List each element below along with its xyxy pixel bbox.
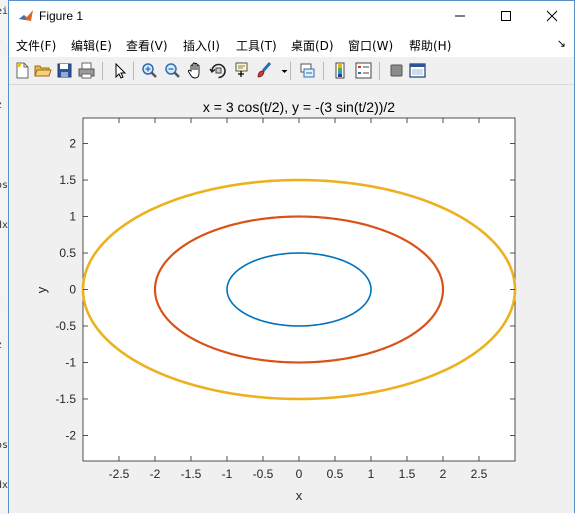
minimize-icon <box>455 15 465 17</box>
y-axis-label: y <box>34 286 49 293</box>
y-tick-label: 0.5 <box>59 246 76 260</box>
brush-dropdown-icon[interactable] <box>275 61 288 80</box>
y-tick-label: -0.5 <box>55 319 76 333</box>
save-icon[interactable] <box>55 61 74 80</box>
x-tick-label: -1 <box>222 467 233 481</box>
menu-insert[interactable]: 插入(I) <box>183 37 220 54</box>
axes-background <box>82 117 516 462</box>
toolbar-separator <box>290 62 291 80</box>
x-tick-label: -2 <box>150 467 161 481</box>
maximize-button[interactable] <box>483 1 529 31</box>
zoom-in-icon[interactable] <box>140 61 159 80</box>
y-tick-label: -2 <box>65 428 76 442</box>
x-tick-label: 1 <box>368 467 375 481</box>
figure-toolbar <box>9 58 574 85</box>
matlab-logo-icon <box>19 10 33 21</box>
menu-help[interactable]: 帮助(H) <box>409 37 451 54</box>
menu-file[interactable]: 文件(F) <box>16 37 56 54</box>
y-tick-label: -1 <box>65 355 76 369</box>
x-tick-label: -1.5 <box>181 467 202 481</box>
x-tick-label: 0.5 <box>327 467 344 481</box>
menu-window[interactable]: 窗口(W) <box>348 37 393 54</box>
plot-title: x = 3 cos(t/2), y = -(3 sin(t/2))/2 <box>203 99 395 115</box>
open-file-icon[interactable] <box>33 61 52 80</box>
figure-canvas: -2.5 -2 -1.5 -1 -0.5 0 0.5 1 1.5 2 2.5 -2 -1.5 -1 -0.5… <box>9 85 574 513</box>
x-axis-label: x <box>296 488 303 503</box>
y-tick-label: -1.5 <box>55 392 76 406</box>
maximize-icon <box>501 11 511 21</box>
close-icon <box>546 10 558 22</box>
edit-plot-icon[interactable] <box>110 61 129 80</box>
plot-axes[interactable]: -2.5 -2 -1.5 -1 -0.5 0 0.5 1 1.5 2 2.5 -2 -1.5 -1 -0.5… <box>9 85 574 513</box>
menu-edit[interactable]: 编辑(E) <box>71 37 112 54</box>
menu-desktop[interactable]: 桌面(D) <box>291 37 334 54</box>
zoom-out-icon[interactable] <box>163 61 182 80</box>
rotate-3d-icon[interactable] <box>209 61 228 80</box>
close-button[interactable] <box>529 1 575 31</box>
insert-colorbar-icon[interactable] <box>331 61 350 80</box>
y-tick-label: 1.5 <box>59 173 76 187</box>
y-tick-label: 1 <box>69 210 76 224</box>
insert-legend-icon[interactable] <box>354 61 373 80</box>
toolbar-separator <box>379 62 380 80</box>
print-icon[interactable] <box>77 61 96 80</box>
x-tick-label: 1.5 <box>399 467 416 481</box>
toolbar-separator <box>323 62 324 80</box>
toolbar-separator <box>133 62 134 80</box>
toolbar-separator <box>102 62 103 80</box>
new-figure-icon[interactable] <box>13 61 32 80</box>
menu-tools[interactable]: 工具(T) <box>236 37 277 54</box>
window-title: Figure 1 <box>39 9 84 23</box>
brush-icon[interactable] <box>255 61 274 80</box>
title-bar: Figure 1 <box>9 1 574 31</box>
figure-window: Figure 1 文件(F) 编辑(E) 查看(V) 插入(I) 工具(T) 桌… <box>8 0 575 513</box>
dock-arrow-icon[interactable]: ↘ <box>557 37 566 50</box>
menu-bar: 文件(F) 编辑(E) 查看(V) 插入(I) 工具(T) 桌面(D) 窗口(W… <box>9 31 574 57</box>
hide-plot-tools-icon[interactable] <box>387 61 406 80</box>
x-tick-label: -2.5 <box>109 467 130 481</box>
x-tick-label: -0.5 <box>253 467 274 481</box>
x-tick-label: 2 <box>440 467 447 481</box>
link-plot-icon[interactable] <box>298 61 317 80</box>
minimize-button[interactable] <box>437 1 483 31</box>
show-plot-tools-icon[interactable] <box>408 61 427 80</box>
menu-view[interactable]: 查看(V) <box>126 37 168 54</box>
y-tick-label: 0 <box>69 283 76 297</box>
x-tick-label: 2.5 <box>471 467 488 481</box>
pan-icon[interactable] <box>186 61 205 80</box>
y-tick-label: 2 <box>69 137 76 151</box>
data-cursor-icon[interactable] <box>232 61 251 80</box>
x-tick-label: 0 <box>296 467 303 481</box>
